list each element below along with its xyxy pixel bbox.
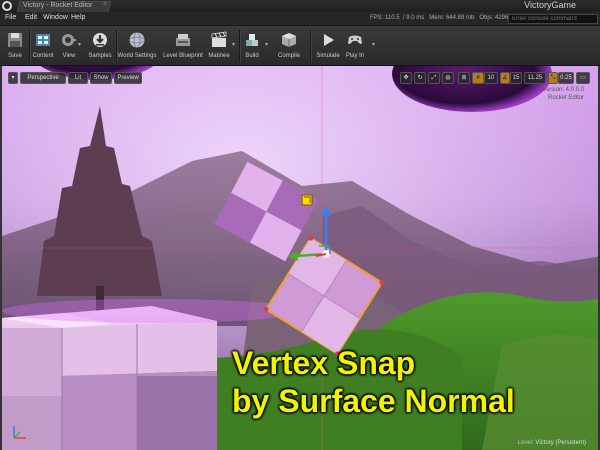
scale-mode-icon[interactable]: ⤢ — [428, 72, 440, 84]
level-blueprint-icon — [176, 34, 190, 46]
build-icon — [246, 34, 258, 46]
editor-name-line: Rocket Editor — [547, 95, 584, 101]
rotation-snap-degrees[interactable]: 11.25 — [524, 72, 546, 84]
world-settings-button[interactable]: World Settings — [117, 29, 157, 63]
compile-button[interactable]: Compile — [273, 29, 305, 63]
version-overlay: Version: 4.0.0.0 Rocket Editor — [542, 86, 584, 102]
foreground-block — [2, 306, 217, 450]
rotate-mode-icon[interactable]: ↻ — [414, 72, 426, 84]
world-space-icon[interactable]: ◍ — [442, 72, 454, 84]
world-settings-button-label: World Settings — [117, 53, 157, 59]
toolbar-divider — [310, 30, 311, 62]
preview-button[interactable]: Preview — [114, 72, 142, 84]
level-value: Victory (Persistent) — [535, 440, 586, 446]
perf-stats: FPS: 110.5 / 9.0 ms Mem: 644.89 mb Objs:… — [370, 15, 512, 21]
project-name: VictoryGame — [524, 0, 576, 10]
view-dropdown-icon[interactable]: ▾ — [78, 41, 81, 48]
matinee-button[interactable]: Matinee — [206, 29, 232, 63]
level-blueprint-button[interactable]: Level Blueprint — [160, 29, 206, 63]
simulate-icon — [324, 34, 334, 46]
objects-readout: Objs: 42961 — [479, 15, 512, 21]
axis-orientation-icon — [13, 426, 26, 439]
simulate-button-label: Simulate — [316, 53, 340, 59]
fps-readout: FPS: 110.5 — [370, 15, 400, 21]
document-tab-label: Victory - Rocket Editor — [23, 2, 93, 9]
lit-button[interactable]: Lit — [68, 72, 88, 84]
play-dropdown-icon[interactable]: ▾ — [372, 41, 375, 48]
memory-readout: Mem: 644.89 mb — [429, 15, 475, 21]
play-in-button-label: Play In — [345, 53, 365, 59]
level-key: Level: — [517, 440, 534, 446]
caption-line-2: by Surface Normal — [232, 383, 515, 419]
caption-overlay: Vertex Snap by Surface Normal — [232, 344, 515, 420]
tab-close-icon[interactable]: × — [103, 1, 107, 8]
viewport-options-dropdown[interactable]: ▾ — [8, 72, 18, 84]
menu-window[interactable]: Window — [43, 14, 68, 21]
translate-mode-icon[interactable]: ✥ — [400, 72, 412, 84]
surface-snap-icon[interactable]: ⊞ — [458, 72, 470, 84]
perspective-button[interactable]: Perspective — [20, 72, 66, 84]
frame-time-readout: 9.0 ms — [406, 15, 425, 21]
view-icon — [62, 34, 77, 46]
content-button[interactable]: Content — [30, 29, 56, 63]
grid-snap-toggle-icon[interactable]: # — [472, 72, 484, 84]
show-button[interactable]: Show — [90, 72, 112, 84]
play-in-button[interactable]: Play In — [342, 29, 368, 63]
menu-edit[interactable]: Edit — [25, 14, 37, 21]
matinee-dropdown-icon[interactable]: ▾ — [232, 41, 235, 48]
menu-help[interactable]: Help — [71, 14, 85, 21]
play-icon — [348, 35, 362, 44]
build-button[interactable]: Build — [240, 29, 264, 63]
samples-icon — [93, 33, 107, 47]
samples-button[interactable]: Samples — [86, 29, 114, 63]
title-bar: Victory - Rocket Editor × VictoryGame — [0, 0, 600, 12]
samples-button-label: Samples — [88, 53, 112, 59]
console-command-input[interactable] — [508, 14, 598, 24]
unreal-logo-icon — [2, 1, 12, 11]
matinee-icon — [211, 31, 227, 47]
view-button-label: View — [62, 53, 76, 59]
matinee-button-label: Matinee — [208, 53, 230, 59]
current-level-label: Level: Victory (Persistent) — [518, 440, 586, 446]
menu-file[interactable]: File — [5, 14, 16, 21]
save-button-label: Save — [8, 53, 22, 59]
scale-snap-toggle-icon[interactable]: ⤡ — [548, 72, 558, 84]
grid-snap-value[interactable]: 10 — [484, 72, 498, 84]
rotation-snap-value[interactable]: 15 — [510, 72, 522, 84]
save-button[interactable]: Save — [2, 29, 28, 63]
compile-icon — [282, 33, 296, 47]
camera-speed-icon[interactable]: ▭ — [576, 72, 590, 84]
caption-line-1: Vertex Snap — [232, 345, 416, 381]
build-button-label: Build — [245, 53, 259, 59]
level-blueprint-button-label: Level Blueprint — [163, 53, 203, 59]
version-line: Version: 4.0.0.0 — [542, 87, 584, 93]
rotation-snap-toggle-icon[interactable]: ∠ — [500, 72, 510, 84]
simulate-button[interactable]: Simulate — [312, 29, 344, 63]
save-icon — [8, 33, 22, 47]
menu-bar: File Edit Window Help FPS: 110.5 / 9.0 m… — [0, 12, 600, 26]
content-browser-icon — [36, 34, 50, 46]
main-toolbar: Save Content View ▾ Samples World Settin… — [0, 26, 600, 66]
build-dropdown-icon[interactable]: ▾ — [265, 41, 268, 48]
compile-button-label: Compile — [277, 53, 300, 59]
world-settings-icon — [129, 32, 145, 48]
snap-controls: ✥ ↻ ⤢ ◍ ⊞ # 10 ∠ 15 11.25 ⤡ 0.25 ▭ — [400, 72, 590, 84]
level-viewport[interactable]: ▾ Perspective Lit Show Preview ✥ ↻ ⤢ ◍ ⊞… — [0, 66, 600, 450]
content-button-label: Content — [32, 53, 54, 59]
scale-snap-value[interactable]: 0.25 — [558, 72, 574, 84]
